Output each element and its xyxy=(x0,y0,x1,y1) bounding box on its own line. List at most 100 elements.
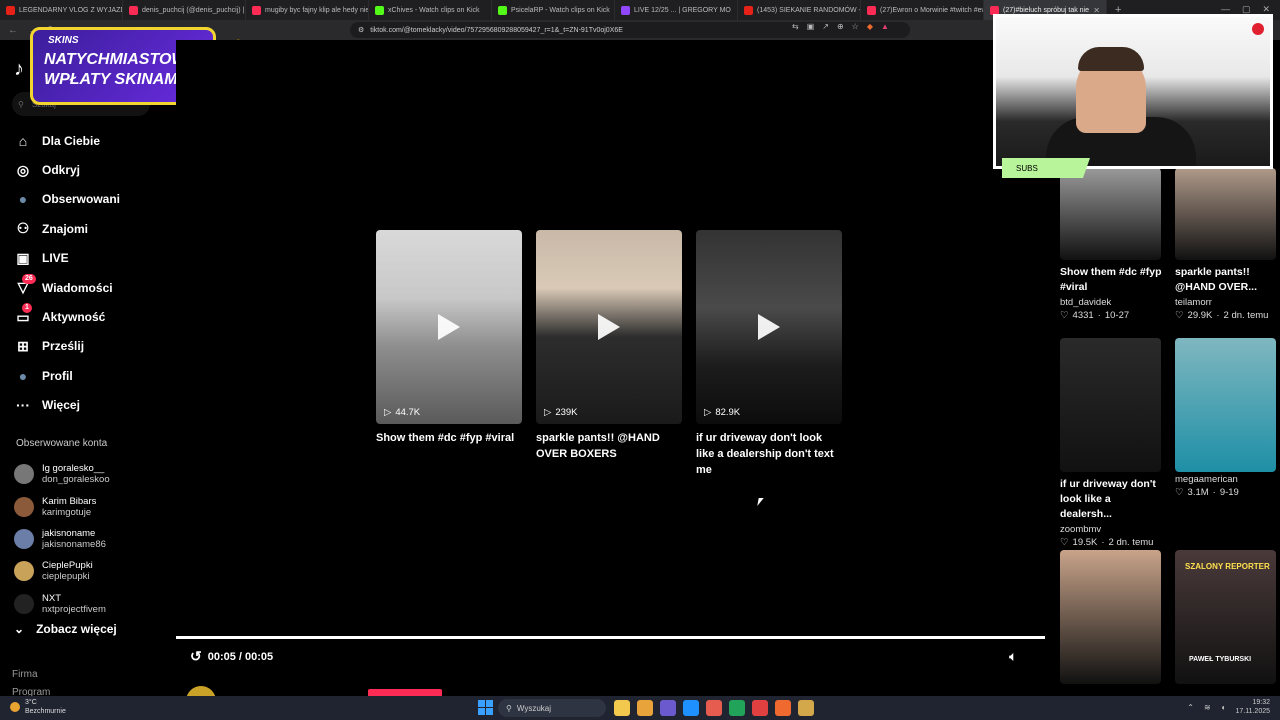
tiktok-logo-icon[interactable]: ♪ xyxy=(14,58,24,81)
browser-tab[interactable]: (1453) SIEKANIE RANDOMÓW - YouT xyxy=(738,0,861,20)
account-avatar xyxy=(14,528,34,549)
taskbar-app-icon[interactable] xyxy=(637,700,653,716)
taskbar-search[interactable]: ⚲ Wyszukaj xyxy=(498,699,606,717)
nav-item[interactable]: ● Obserwowani xyxy=(14,185,154,214)
followed-account[interactable]: Karim Bibars karimgotuje xyxy=(14,490,154,522)
browser-tab[interactable]: denis_puchcij (@denis_puchcij) | TikT xyxy=(123,0,246,20)
browser-tab[interactable]: xChives - Watch clips on Kick xyxy=(369,0,492,20)
promo-headline-1: NATYCHMIASTOWE xyxy=(44,51,198,68)
taskbar-app-icon[interactable] xyxy=(798,700,814,716)
taskbar-app-icon[interactable] xyxy=(683,700,699,716)
related-username[interactable]: megaamerican xyxy=(1175,474,1277,485)
replay-icon[interactable]: ↺ xyxy=(190,648,202,665)
brave-shield-icon[interactable]: ◆ xyxy=(867,22,873,31)
tray-chevron-icon[interactable]: ⌃ xyxy=(1187,703,1194,712)
wifi-icon[interactable]: ≋ xyxy=(1204,703,1211,712)
related-username[interactable]: btd_davidek xyxy=(1060,297,1162,308)
related-meta: ♡ 29.9K · 2 dn. temu xyxy=(1175,310,1277,321)
taskbar-app-icon[interactable] xyxy=(775,700,791,716)
related-video-card[interactable]: sparkle pants!! @HAND OVER... teilamorr ♡ 2… xyxy=(1175,168,1277,321)
related-thumbnail[interactable] xyxy=(1060,168,1161,260)
browser-tab[interactable]: (27)Ewron o Morwinie #twitch #ewr xyxy=(861,0,984,20)
taskbar-app-icon[interactable] xyxy=(614,700,630,716)
back-icon[interactable]: ← xyxy=(8,25,18,36)
rewards-icon[interactable]: ▲ xyxy=(881,22,889,31)
translate-icon[interactable]: ⇆ xyxy=(792,22,799,31)
related-video-card[interactable]: Show them #dc #fyp #viral btd_davidek ♡ 433… xyxy=(1060,168,1162,321)
related-thumbnail[interactable] xyxy=(1060,338,1161,472)
related-title[interactable]: if ur driveway don't look like a dealers… xyxy=(1060,477,1162,522)
browser-tab[interactable]: mugiby byc fajny klip ale hedy nie h xyxy=(246,0,369,20)
related-video-card[interactable] xyxy=(1060,550,1162,684)
browser-tab[interactable]: LIVE 12/25 ... | GREGORY MO xyxy=(615,0,738,20)
related-thumbnail[interactable]: SZALONY REPORTER PAWEŁ TYBURSKI xyxy=(1175,550,1276,684)
related-username[interactable]: zoombmv xyxy=(1060,524,1162,535)
clock[interactable]: 19:32 17.11.2025 xyxy=(1235,698,1270,716)
nav-item[interactable]: ◎ Odkryj xyxy=(14,155,154,184)
footer-link-company[interactable]: Firma xyxy=(12,666,50,684)
weather-widget[interactable]: 3°C Bezchmurnie xyxy=(10,698,66,716)
see-more-button[interactable]: ⌄ Zobacz więcej xyxy=(14,622,117,636)
taskbar-app-icon[interactable] xyxy=(706,700,722,716)
bookmark-icon[interactable]: ☆ xyxy=(852,22,859,31)
live-icon: ▣ xyxy=(16,249,30,266)
followed-account[interactable]: CieplePupki cieplepupki xyxy=(14,555,154,587)
separator: · xyxy=(1212,487,1216,498)
related-thumbnail[interactable] xyxy=(1175,168,1276,260)
nav-item[interactable]: ▭ 1 Aktywność xyxy=(14,302,154,331)
nav-item[interactable]: ⚇ Znajomi xyxy=(14,214,154,243)
tab-title: (1453) SIEKANIE RANDOMÓW - YouT xyxy=(757,6,861,14)
nav-item[interactable]: ▣ LIVE xyxy=(14,244,154,273)
start-button[interactable] xyxy=(478,700,493,715)
suggested-video-card[interactable]: ▷ 44.7K Show them #dc #fyp #viral xyxy=(376,230,522,478)
followed-account[interactable]: Ig goralesko__ don_goraleskoo xyxy=(14,458,154,490)
nav-item[interactable]: ● Profil xyxy=(14,361,154,390)
home-icon: ⌂ xyxy=(18,132,28,149)
suggested-video-card[interactable]: ▷ 239K sparkle pants!! @HAND OVER BOXERS xyxy=(536,230,682,478)
browser-tab[interactable]: LEGENDARNY VLOG Z WYJAZDU !!! xyxy=(0,0,123,20)
related-title[interactable]: Show them #dc #fyp #viral xyxy=(1060,265,1162,295)
related-thumbnail[interactable] xyxy=(1060,550,1161,684)
taskbar-app-icon[interactable] xyxy=(752,700,768,716)
related-username[interactable]: teilamorr xyxy=(1175,297,1277,308)
tab-favicon-icon xyxy=(375,5,384,15)
nav-item[interactable]: ··· Więcej xyxy=(14,391,154,420)
related-thumbnail[interactable] xyxy=(1175,338,1276,472)
followed-account[interactable]: jakisnoname jakisnoname86 xyxy=(14,523,154,555)
related-video-card[interactable]: megaamerican ♡ 3.1M · 9-19 xyxy=(1175,338,1277,498)
share-icon[interactable]: ↗ xyxy=(822,22,829,31)
suggested-video-card[interactable]: ▷ 82.9K if ur driveway don't look like a d… xyxy=(696,230,842,478)
views-play-icon: ▷ xyxy=(384,407,392,418)
view-count-text: 239K xyxy=(555,407,578,418)
related-video-card[interactable]: if ur driveway don't look like a dealers… xyxy=(1060,338,1162,548)
zoom-icon[interactable]: ⊕ xyxy=(837,22,844,31)
url-actions: ⇆ ▣ ↗ ⊕ ☆ ◆ ▲ xyxy=(792,22,889,31)
sidebar: ♪ ⚲ Szukaj ⌂Dla Ciebie◎Odkryj●Obserwowan… xyxy=(0,40,160,698)
player-controls: ↺ 00:05 / 00:05 xyxy=(190,648,273,665)
nav-item[interactable]: ⌂ Dla Ciebie xyxy=(14,126,154,155)
related-video-card[interactable]: SZALONY REPORTER PAWEŁ TYBURSKI xyxy=(1175,550,1277,684)
taskbar-app-icon[interactable] xyxy=(729,700,745,716)
video-title[interactable]: Show them #dc #fyp #viral xyxy=(376,430,522,446)
related-meta: ♡ 3.1M · 9-19 xyxy=(1175,487,1277,498)
page-info-icon[interactable]: ⚙ xyxy=(358,26,364,34)
browser-tab[interactable]: PsicelaRP - Watch clips on Kick xyxy=(492,0,615,20)
volume-icon[interactable]: 🔈︎ xyxy=(1009,648,1017,665)
speaker-icon[interactable]: ◖ xyxy=(1221,703,1226,712)
video-title[interactable]: sparkle pants!! @HAND OVER BOXERS xyxy=(536,430,682,462)
nav-item[interactable]: ⊞ Prześlij xyxy=(14,332,154,361)
screenshot-icon[interactable]: ▣ xyxy=(807,22,815,31)
nav-item[interactable]: ▽ 26 Wiadomości xyxy=(14,273,154,302)
heart-icon: ♡ xyxy=(1060,310,1069,321)
related-title[interactable]: sparkle pants!! @HAND OVER... xyxy=(1175,265,1277,295)
video-title[interactable]: if ur driveway don't look like a dealers… xyxy=(696,430,842,478)
video-thumbnail[interactable]: ▷ 239K xyxy=(536,230,682,424)
taskbar-app-icon[interactable] xyxy=(660,700,676,716)
like-count: 19.5K xyxy=(1072,537,1098,548)
video-thumbnail[interactable]: ▷ 44.7K xyxy=(376,230,522,424)
account-text: jakisnoname jakisnoname86 xyxy=(42,528,106,550)
progress-bar[interactable] xyxy=(176,636,1045,639)
followed-account[interactable]: NXT nxtprojectfivem xyxy=(14,588,154,620)
video-thumbnail[interactable]: ▷ 82.9K xyxy=(696,230,842,424)
chevron-down-icon: ⌄ xyxy=(14,622,25,636)
